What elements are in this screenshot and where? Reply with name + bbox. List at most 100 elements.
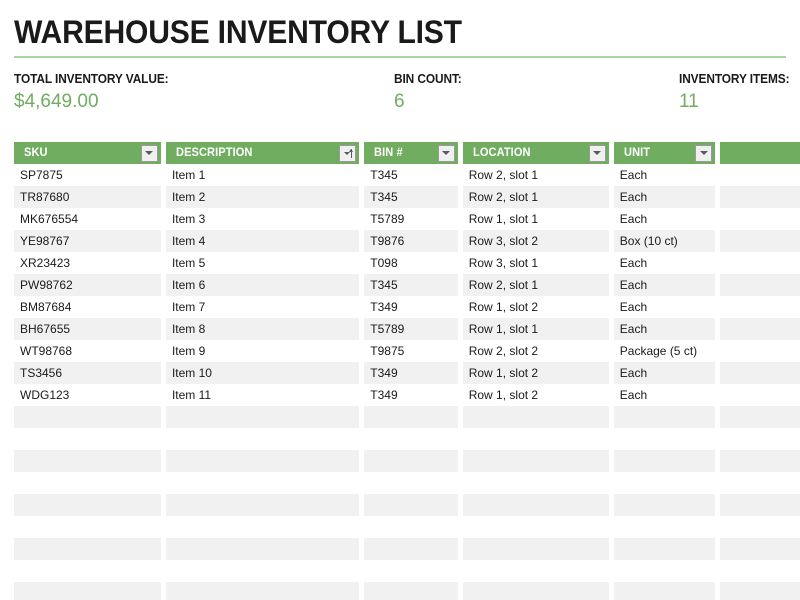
cell-unit[interactable]: Each <box>613 318 716 340</box>
table-row[interactable]: SP7875 Item 1 T345 Row 2, slot 1 Each <box>14 164 800 186</box>
cell-description[interactable]: Item 4 <box>165 230 360 252</box>
cell-unit[interactable] <box>613 560 716 582</box>
cell-location[interactable] <box>462 582 609 600</box>
table-row-empty[interactable] <box>14 560 800 582</box>
table-row[interactable]: PW98762 Item 6 T345 Row 2, slot 1 Each <box>14 274 800 296</box>
cell-bin[interactable]: T349 <box>364 384 458 406</box>
table-row[interactable]: MK676554 Item 3 T5789 Row 1, slot 1 Each <box>14 208 800 230</box>
cell-sku[interactable]: BH67655 <box>14 318 161 340</box>
cell-description[interactable]: Item 10 <box>165 362 360 384</box>
cell-bin[interactable] <box>364 450 458 472</box>
cell-extra[interactable] <box>720 538 800 560</box>
cell-sku[interactable] <box>14 582 161 600</box>
cell-extra[interactable] <box>720 560 800 582</box>
cell-location[interactable]: Row 2, slot 2 <box>462 340 609 362</box>
table-row[interactable]: TS3456 Item 10 T349 Row 1, slot 2 Each <box>14 362 800 384</box>
cell-description[interactable] <box>165 472 360 494</box>
cell-description[interactable] <box>165 516 360 538</box>
cell-sku[interactable] <box>14 538 161 560</box>
column-header-sku[interactable]: SKU <box>14 142 161 164</box>
cell-sku[interactable] <box>14 494 161 516</box>
table-row[interactable]: WT98768 Item 9 T9875 Row 2, slot 2 Package (… <box>14 340 800 362</box>
table-row-empty[interactable] <box>14 494 800 516</box>
cell-extra[interactable] <box>720 406 800 428</box>
cell-bin[interactable]: T349 <box>364 362 458 384</box>
table-row-empty[interactable] <box>14 450 800 472</box>
filter-dropdown-icon[interactable] <box>437 144 455 162</box>
cell-extra[interactable] <box>720 362 800 384</box>
cell-sku[interactable] <box>14 560 161 582</box>
cell-unit[interactable]: Each <box>613 252 716 274</box>
cell-location[interactable] <box>462 450 609 472</box>
cell-bin[interactable]: T345 <box>364 164 458 186</box>
cell-location[interactable] <box>462 494 609 516</box>
cell-bin[interactable] <box>364 560 458 582</box>
cell-sku[interactable] <box>14 516 161 538</box>
table-row[interactable]: BH67655 Item 8 T5789 Row 1, slot 1 Each <box>14 318 800 340</box>
column-header-description[interactable]: DESCRIPTION <box>165 142 359 164</box>
cell-location[interactable]: Row 2, slot 1 <box>462 274 609 296</box>
cell-location[interactable] <box>462 516 609 538</box>
cell-unit[interactable] <box>613 538 716 560</box>
column-header-unit[interactable]: UNIT <box>613 142 716 164</box>
cell-extra[interactable] <box>720 252 800 274</box>
table-row-empty[interactable] <box>14 516 800 538</box>
filter-dropdown-icon[interactable] <box>695 144 713 162</box>
table-row-empty[interactable] <box>14 538 800 560</box>
cell-unit[interactable] <box>613 494 716 516</box>
cell-location[interactable]: Row 2, slot 1 <box>462 186 609 208</box>
table-row-empty[interactable] <box>14 428 800 450</box>
cell-sku[interactable]: TR87680 <box>14 186 161 208</box>
cell-bin[interactable]: T098 <box>364 252 458 274</box>
cell-description[interactable] <box>165 406 360 428</box>
cell-extra[interactable] <box>720 384 800 406</box>
cell-unit[interactable] <box>613 582 716 600</box>
cell-location[interactable] <box>462 428 609 450</box>
cell-bin[interactable] <box>364 428 458 450</box>
cell-extra[interactable] <box>720 186 800 208</box>
filter-dropdown-icon[interactable] <box>140 144 158 162</box>
cell-unit[interactable] <box>613 472 716 494</box>
cell-description[interactable]: Item 3 <box>165 208 360 230</box>
column-header-location[interactable]: LOCATION <box>462 142 609 164</box>
cell-unit[interactable]: Each <box>613 274 716 296</box>
cell-extra[interactable] <box>720 582 800 600</box>
cell-description[interactable] <box>165 428 360 450</box>
cell-unit[interactable]: Package (5 ct) <box>613 340 716 362</box>
cell-location[interactable]: Row 1, slot 2 <box>462 384 609 406</box>
cell-sku[interactable] <box>14 406 161 428</box>
cell-bin[interactable] <box>364 472 458 494</box>
cell-description[interactable]: Item 8 <box>165 318 360 340</box>
table-row[interactable]: TR87680 Item 2 T345 Row 2, slot 1 Each <box>14 186 800 208</box>
cell-sku[interactable] <box>14 450 161 472</box>
table-row-empty[interactable] <box>14 582 800 600</box>
cell-unit[interactable]: Box (10 ct) <box>613 230 716 252</box>
cell-description[interactable] <box>165 494 360 516</box>
cell-description[interactable]: Item 6 <box>165 274 360 296</box>
cell-location[interactable]: Row 3, slot 1 <box>462 252 609 274</box>
cell-bin[interactable] <box>364 406 458 428</box>
cell-description[interactable] <box>165 538 360 560</box>
cell-location[interactable]: Row 3, slot 2 <box>462 230 609 252</box>
cell-description[interactable]: Item 2 <box>165 186 360 208</box>
cell-bin[interactable]: T5789 <box>364 318 458 340</box>
cell-sku[interactable]: TS3456 <box>14 362 161 384</box>
table-row[interactable]: WDG123 Item 11 T349 Row 1, slot 2 Each <box>14 384 800 406</box>
cell-description[interactable] <box>165 560 360 582</box>
cell-description[interactable]: Item 1 <box>165 164 360 186</box>
cell-location[interactable]: Row 1, slot 2 <box>462 362 609 384</box>
table-row-empty[interactable] <box>14 472 800 494</box>
cell-bin[interactable] <box>364 582 458 600</box>
cell-unit[interactable]: Each <box>613 208 716 230</box>
sort-ascending-filter-icon[interactable] <box>339 144 356 162</box>
cell-description[interactable] <box>165 582 360 600</box>
cell-extra[interactable] <box>720 274 800 296</box>
cell-extra[interactable] <box>720 208 800 230</box>
column-header-bin[interactable]: BIN # <box>364 142 458 164</box>
cell-extra[interactable] <box>720 472 800 494</box>
cell-description[interactable]: Item 11 <box>165 384 360 406</box>
cell-sku[interactable]: WT98768 <box>14 340 161 362</box>
cell-unit[interactable]: Each <box>613 384 716 406</box>
cell-bin[interactable]: T9875 <box>364 340 458 362</box>
cell-extra[interactable] <box>720 516 800 538</box>
